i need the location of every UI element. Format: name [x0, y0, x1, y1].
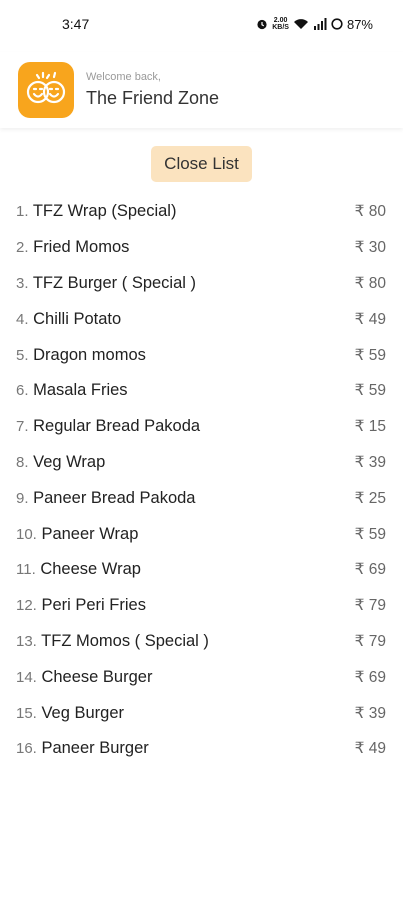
menu-item: 15. Veg Burger ₹ 39	[0, 695, 403, 731]
menu-item-label: 2. Fried Momos	[16, 238, 129, 257]
menu-item-price: ₹ 49	[354, 310, 386, 328]
menu-item-number: 14.	[16, 668, 37, 686]
battery-icon	[331, 18, 343, 30]
menu-item-price: ₹ 69	[354, 561, 386, 579]
menu-item-name: Veg Burger	[41, 703, 125, 722]
friend-zone-logo	[18, 62, 74, 118]
menu-item-label: 5. Dragon momos	[16, 346, 146, 365]
menu-item-name: Dragon momos	[33, 345, 146, 364]
status-time: 3:47	[62, 16, 90, 32]
menu-item-number: 6.	[16, 382, 29, 400]
welcome-text: Welcome back,	[86, 71, 161, 83]
menu-item-name: Paneer Bread Pakoda	[33, 488, 196, 507]
menu-item: 9. Paneer Bread Pakoda ₹ 25	[0, 480, 403, 516]
menu-item-label: 12. Peri Peri Fries	[16, 596, 146, 615]
menu-item-price: ₹ 59	[354, 382, 386, 400]
menu-item-number: 5.	[16, 346, 29, 364]
menu-item-number: 1.	[16, 203, 29, 221]
menu-item-number: 10.	[16, 525, 37, 543]
menu-item-label: 7. Regular Bread Pakoda	[16, 417, 200, 436]
menu-item-price: ₹ 25	[354, 489, 386, 507]
menu-item-number: 16.	[16, 740, 37, 758]
app-header: Welcome back, The Friend Zone	[0, 52, 403, 128]
menu-item: 13. TFZ Momos ( Special ) ₹ 79	[0, 624, 403, 660]
menu-item-number: 2.	[16, 239, 29, 257]
menu-item-name: Paneer Burger	[41, 739, 149, 758]
menu-item-price: ₹ 80	[354, 274, 386, 292]
menu-item-name: Chilli Potato	[33, 309, 122, 328]
menu-item: 16. Paneer Burger ₹ 49	[0, 731, 403, 767]
menu-item-price: ₹ 49	[354, 740, 386, 758]
menu-item-number: 3.	[16, 274, 29, 292]
menu-item: 2. Fried Momos ₹ 30	[0, 230, 403, 266]
menu-item: 14. Cheese Burger ₹ 69	[0, 659, 403, 695]
menu-item-price: ₹ 69	[354, 668, 386, 686]
network-speed: 2.00 KB/S	[272, 17, 289, 31]
menu-item-price: ₹ 30	[354, 239, 386, 257]
menu-item-price: ₹ 39	[354, 704, 386, 722]
menu-item-name: Paneer Wrap	[41, 524, 139, 543]
menu-item-label: 4. Chilli Potato	[16, 310, 121, 329]
menu-item-name: TFZ Wrap (Special)	[32, 202, 177, 221]
menu-item-price: ₹ 59	[354, 525, 386, 543]
menu-item-name: Fried Momos	[33, 238, 130, 257]
menu-item-label: 14. Cheese Burger	[16, 668, 152, 687]
menu-item-label: 13. TFZ Momos ( Special )	[16, 632, 209, 651]
menu-item-label: 8. Veg Wrap	[16, 453, 105, 472]
menu-item-number: 7.	[16, 418, 29, 436]
close-list-button[interactable]: Close List	[151, 146, 252, 182]
menu-item-price: ₹ 79	[354, 597, 386, 615]
menu-item-name: Cheese Burger	[41, 667, 153, 686]
menu-item: 11. Cheese Wrap ₹ 69	[0, 552, 403, 588]
smiley-faces-icon	[26, 71, 66, 104]
status-bar: 3:47 2.00 KB/S 87%	[0, 0, 403, 48]
menu-item-name: Masala Fries	[33, 381, 128, 400]
menu-item: 12. Peri Peri Fries ₹ 79	[0, 588, 403, 624]
menu-item-name: Veg Wrap	[33, 452, 106, 471]
menu-item-price: ₹ 15	[354, 418, 386, 436]
menu-list: 1. TFZ Wrap (Special) ₹ 80 2. Fried Momos ₹…	[0, 194, 403, 767]
menu-item-number: 8.	[16, 453, 29, 471]
menu-item-number: 12.	[16, 597, 37, 615]
menu-item-label: 9. Paneer Bread Pakoda	[16, 489, 195, 508]
menu-item: 1. TFZ Wrap (Special) ₹ 80	[0, 194, 403, 230]
menu-item-name: Cheese Wrap	[40, 560, 141, 579]
shop-name: The Friend Zone	[86, 88, 220, 108]
menu-item-number: 15.	[16, 704, 37, 722]
menu-item-label: 16. Paneer Burger	[16, 739, 149, 758]
menu-item: 4. Chilli Potato ₹ 49	[0, 301, 403, 337]
menu-item: 3. TFZ Burger ( Special ) ₹ 80	[0, 266, 403, 302]
alarm-icon	[257, 19, 267, 30]
menu-item-number: 9.	[16, 489, 29, 507]
menu-item-label: 15. Veg Burger	[16, 704, 124, 723]
wifi-icon	[293, 19, 308, 29]
menu-item: 10. Paneer Wrap ₹ 59	[0, 516, 403, 552]
menu-item: 6. Masala Fries ₹ 59	[0, 373, 403, 409]
menu-item-name: TFZ Momos ( Special )	[41, 631, 209, 650]
status-icons: 2.00 KB/S 87%	[256, 17, 373, 32]
menu-item-name: TFZ Burger ( Special )	[32, 273, 197, 292]
menu-item-name: Regular Bread Pakoda	[33, 417, 201, 436]
menu-item-label: 3. TFZ Burger ( Special )	[16, 274, 196, 293]
menu-item-number: 11.	[16, 561, 36, 579]
menu-item: 8. Veg Wrap ₹ 39	[0, 445, 403, 481]
menu-item-label: 11. Cheese Wrap	[16, 560, 141, 579]
menu-item-name: Peri Peri Fries	[41, 596, 146, 615]
menu-item-price: ₹ 39	[354, 453, 386, 471]
signal-icon	[313, 18, 327, 30]
menu-item-number: 13.	[16, 632, 37, 650]
battery-percentage: 87%	[346, 16, 373, 32]
menu-item-number: 4.	[16, 310, 29, 328]
menu-item-label: 1. TFZ Wrap (Special)	[16, 202, 176, 221]
menu-item-label: 10. Paneer Wrap	[16, 525, 138, 544]
menu-item-label: 6. Masala Fries	[16, 381, 128, 400]
menu-item: 7. Regular Bread Pakoda ₹ 15	[0, 409, 403, 445]
menu-item-price: ₹ 80	[354, 203, 386, 221]
menu-item-price: ₹ 59	[354, 346, 386, 364]
menu-item: 5. Dragon momos ₹ 59	[0, 337, 403, 373]
menu-item-price: ₹ 79	[354, 632, 386, 650]
